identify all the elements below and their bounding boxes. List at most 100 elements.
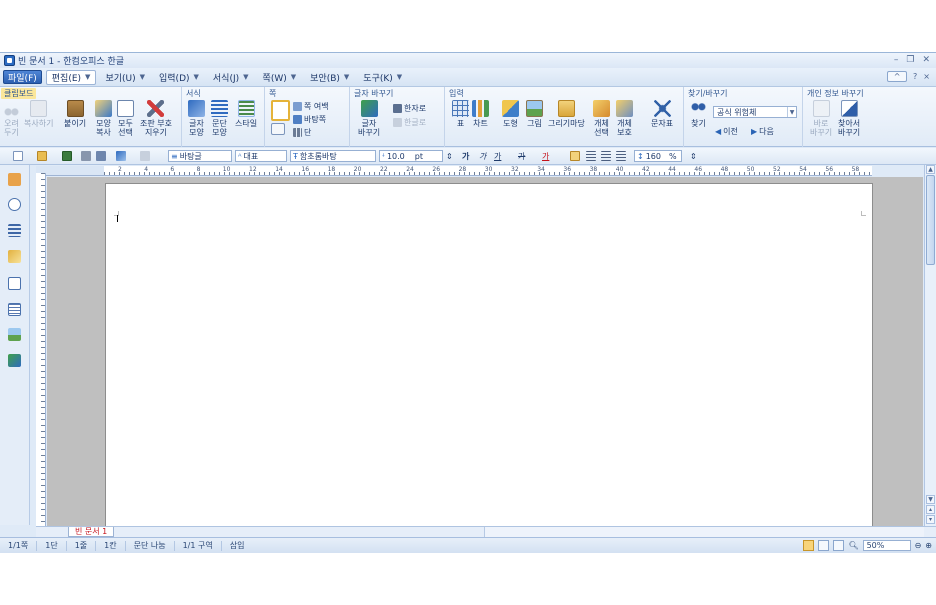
collapse-ribbon-button[interactable]: ^ [887,71,908,82]
size-stepper[interactable]: ⇕ [446,150,454,162]
group-format: 서식 글자 모양 문단 모양 스타일 [183,87,265,147]
style-button[interactable]: 스타일 [235,100,257,128]
find-replace-button[interactable]: 찾아서 바꾸기 [838,100,860,137]
table-list-icon[interactable] [8,303,21,316]
new-doc-icon[interactable] [13,151,23,161]
symbol-button[interactable]: 문자표 [651,100,673,128]
line-spacing-stepper[interactable]: ⇕ [690,150,697,162]
strike-button[interactable]: 가 [518,150,525,162]
to-hangul-button[interactable]: 한글로 [393,117,426,128]
ruler-tick-label: 32 [511,166,519,173]
line-spacing-input[interactable]: ↕ 160 % [634,150,682,162]
align-center-icon[interactable] [601,151,611,161]
undo-icon[interactable] [116,151,126,161]
drawing-button[interactable]: 그리기마당 [548,100,585,128]
style-select[interactable]: ≡ 바탕글 [168,150,232,162]
chevron-down-icon[interactable]: ▼ [787,107,796,117]
columns-button[interactable]: 단 [293,127,311,138]
book-icon[interactable] [8,173,21,186]
align-right-icon[interactable] [616,151,626,161]
hwp-app-icon[interactable] [4,55,15,66]
scroll-up-button[interactable]: ▲ [926,165,935,174]
preview-icon[interactable] [96,151,106,161]
status-mode[interactable]: 삽입 [222,541,253,551]
help-button[interactable]: ? [913,72,917,81]
copy-button[interactable]: 복사하기 [24,100,53,128]
to-hanja-button[interactable]: 한자로 [393,103,426,114]
char-shape-button[interactable]: 글자 모양 [188,100,205,137]
view-normal-icon[interactable] [803,540,815,551]
vertical-ruler[interactable] [36,173,46,526]
translate-icon[interactable] [8,354,21,367]
open-folder-icon[interactable] [37,151,47,161]
page-margin-button[interactable]: 쪽 여백 [293,101,329,112]
zoom-in-icon[interactable]: ⊕ [925,541,932,550]
vertical-scrollbar[interactable]: ▲ ▼ ▴ ▾ [924,165,936,526]
document-page[interactable] [105,183,873,528]
pen-icon[interactable] [8,250,21,263]
next-page-button[interactable]: ▾ [926,515,935,524]
menu-security[interactable]: 보안(B) ▼ [305,70,354,85]
image-icon[interactable] [8,328,21,341]
scroll-down-button[interactable]: ▼ [926,495,935,504]
find-prev-button[interactable]: ◀ 이전 [715,126,738,137]
erase-marks-button[interactable]: 조판 부호 지우기 [140,100,172,137]
list-icon[interactable] [8,224,21,237]
font-color-button[interactable]: 가 [542,150,549,162]
menu-page[interactable]: 쪽(W) ▼ [258,70,302,85]
picture-button[interactable]: 그림 [526,100,543,128]
help-circle-icon[interactable] [8,198,21,211]
italic-button[interactable]: 가 [479,150,486,162]
menu-tools[interactable]: 도구(K) ▼ [358,70,407,85]
object-select-button[interactable]: 개체 선택 [593,100,610,137]
menu-format[interactable]: 서식(J) ▼ [208,70,254,85]
find-next-button[interactable]: ▶ 다음 [751,126,774,137]
find-mode-combo[interactable]: 공식 위험체 ▼ [713,106,797,118]
ruler-tick-label: 58 [851,166,860,173]
chart-button[interactable]: 차트 [472,100,489,128]
close-doc-button[interactable]: × [923,72,930,81]
object-protect-button[interactable]: 개체 보호 [616,100,633,137]
horizontal-scrollbar[interactable] [484,527,924,537]
language-select[interactable]: ᴬ 대표 [235,150,287,162]
restore-button[interactable]: ❐ [906,55,914,65]
redo-icon[interactable] [140,151,150,161]
page-setup-button[interactable] [271,100,290,123]
replace-now-button[interactable]: 바로 바꾸기 [810,100,832,137]
scroll-thumb[interactable] [926,175,935,265]
find-button[interactable]: 찾기 [690,100,707,128]
convert-char-button[interactable]: 글자 바꾸기 [358,100,380,137]
font-size-input[interactable]: ꜜ 10.0 pt [379,150,443,162]
font-select[interactable]: Ŧ 함초롬바탕 [290,150,376,162]
save-icon[interactable] [62,151,72,161]
shape-button[interactable]: 도형 [502,100,519,128]
select-all-button[interactable]: 모두 선택 [117,100,134,137]
doc-tab[interactable]: 빈 문서 1 [68,527,115,537]
underline-button[interactable]: 가 [494,150,501,162]
close-window-button[interactable]: ✕ [922,55,930,65]
align-justify-icon[interactable] [570,151,580,161]
cut-button[interactable]: 오려 두기 [3,100,20,137]
page-layout-button[interactable] [271,123,285,137]
prev-page-button[interactable]: ▴ [926,505,935,514]
menu-insert[interactable]: 입력(D) ▼ [154,70,204,85]
background-page-button[interactable]: 바탕쪽 [293,114,326,125]
table-button[interactable]: 표 [452,100,469,128]
zoom-input[interactable]: 50% [862,540,911,551]
view-page-icon[interactable] [818,540,830,551]
paste-button[interactable]: 붙이기 [64,100,86,128]
para-shape-button[interactable]: 문단 모양 [211,100,228,137]
shape-copy-button[interactable]: 모양 복사 [95,100,112,137]
zoom-out-icon[interactable]: ⊖ [915,541,922,550]
menu-view[interactable]: 보기(U) ▼ [100,70,150,85]
document-icon[interactable] [8,277,21,290]
bold-button[interactable]: 가 [462,150,469,162]
view-web-icon[interactable] [833,540,845,551]
minimize-button[interactable]: – [894,55,899,65]
horizontal-ruler[interactable]: 2 4 6 8 10 12 14 16 18 20 22 24 26 28 30 32 34 36 38 40 42 44… [104,166,872,176]
menu-edit[interactable]: 편집(E) ▼ [45,69,97,85]
align-left-icon[interactable] [586,151,596,161]
print-icon[interactable] [81,151,91,161]
file-menu-button[interactable]: 파일(F) [3,70,42,84]
ruler-tick-label: 30 [484,166,493,173]
